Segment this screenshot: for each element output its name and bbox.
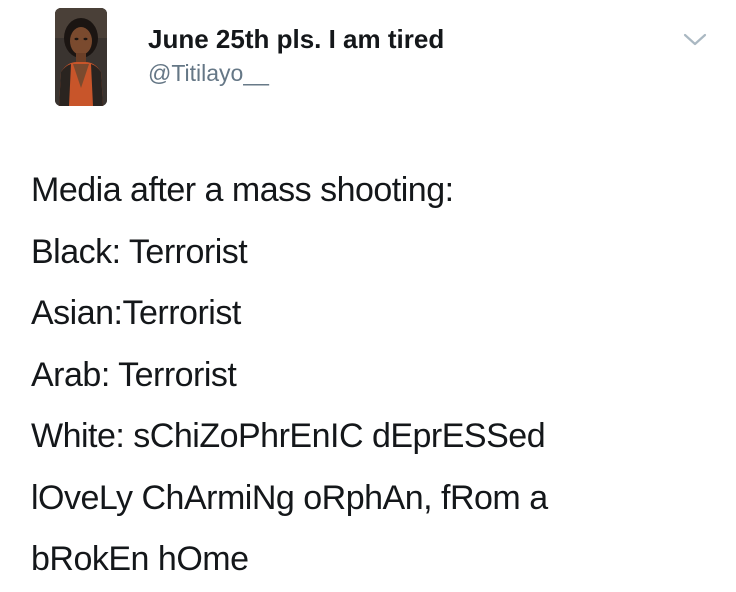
avatar-image [55, 8, 107, 106]
tweet-line: lOveLy ChArmiNg oRphAn, fRom a [31, 478, 548, 517]
tweet-line: Media after a mass shooting: [31, 171, 454, 209]
user-handle[interactable]: @Titilayo__ [148, 58, 444, 88]
tweet-line: Black: Terrorist [31, 232, 248, 271]
profile-avatar[interactable] [55, 8, 107, 106]
chevron-down-icon[interactable] [680, 30, 710, 50]
tweet-text: Media after a mass shooting: Black: Terr… [31, 160, 721, 591]
display-name[interactable]: June 25th pls. I am tired [148, 22, 444, 56]
tweet-line: White: sChiZoPhrEnIC dEprESSed [31, 417, 546, 455]
tweet-line: Arab: Terrorist [31, 355, 237, 394]
tweet-line: bRokEn hOme [31, 540, 249, 578]
tweet-card: June 25th pls. I am tired @Titilayo__ Me… [0, 0, 736, 592]
tweet-line: Asian:Terrorist [31, 294, 241, 332]
user-info: June 25th pls. I am tired @Titilayo__ [148, 22, 444, 88]
